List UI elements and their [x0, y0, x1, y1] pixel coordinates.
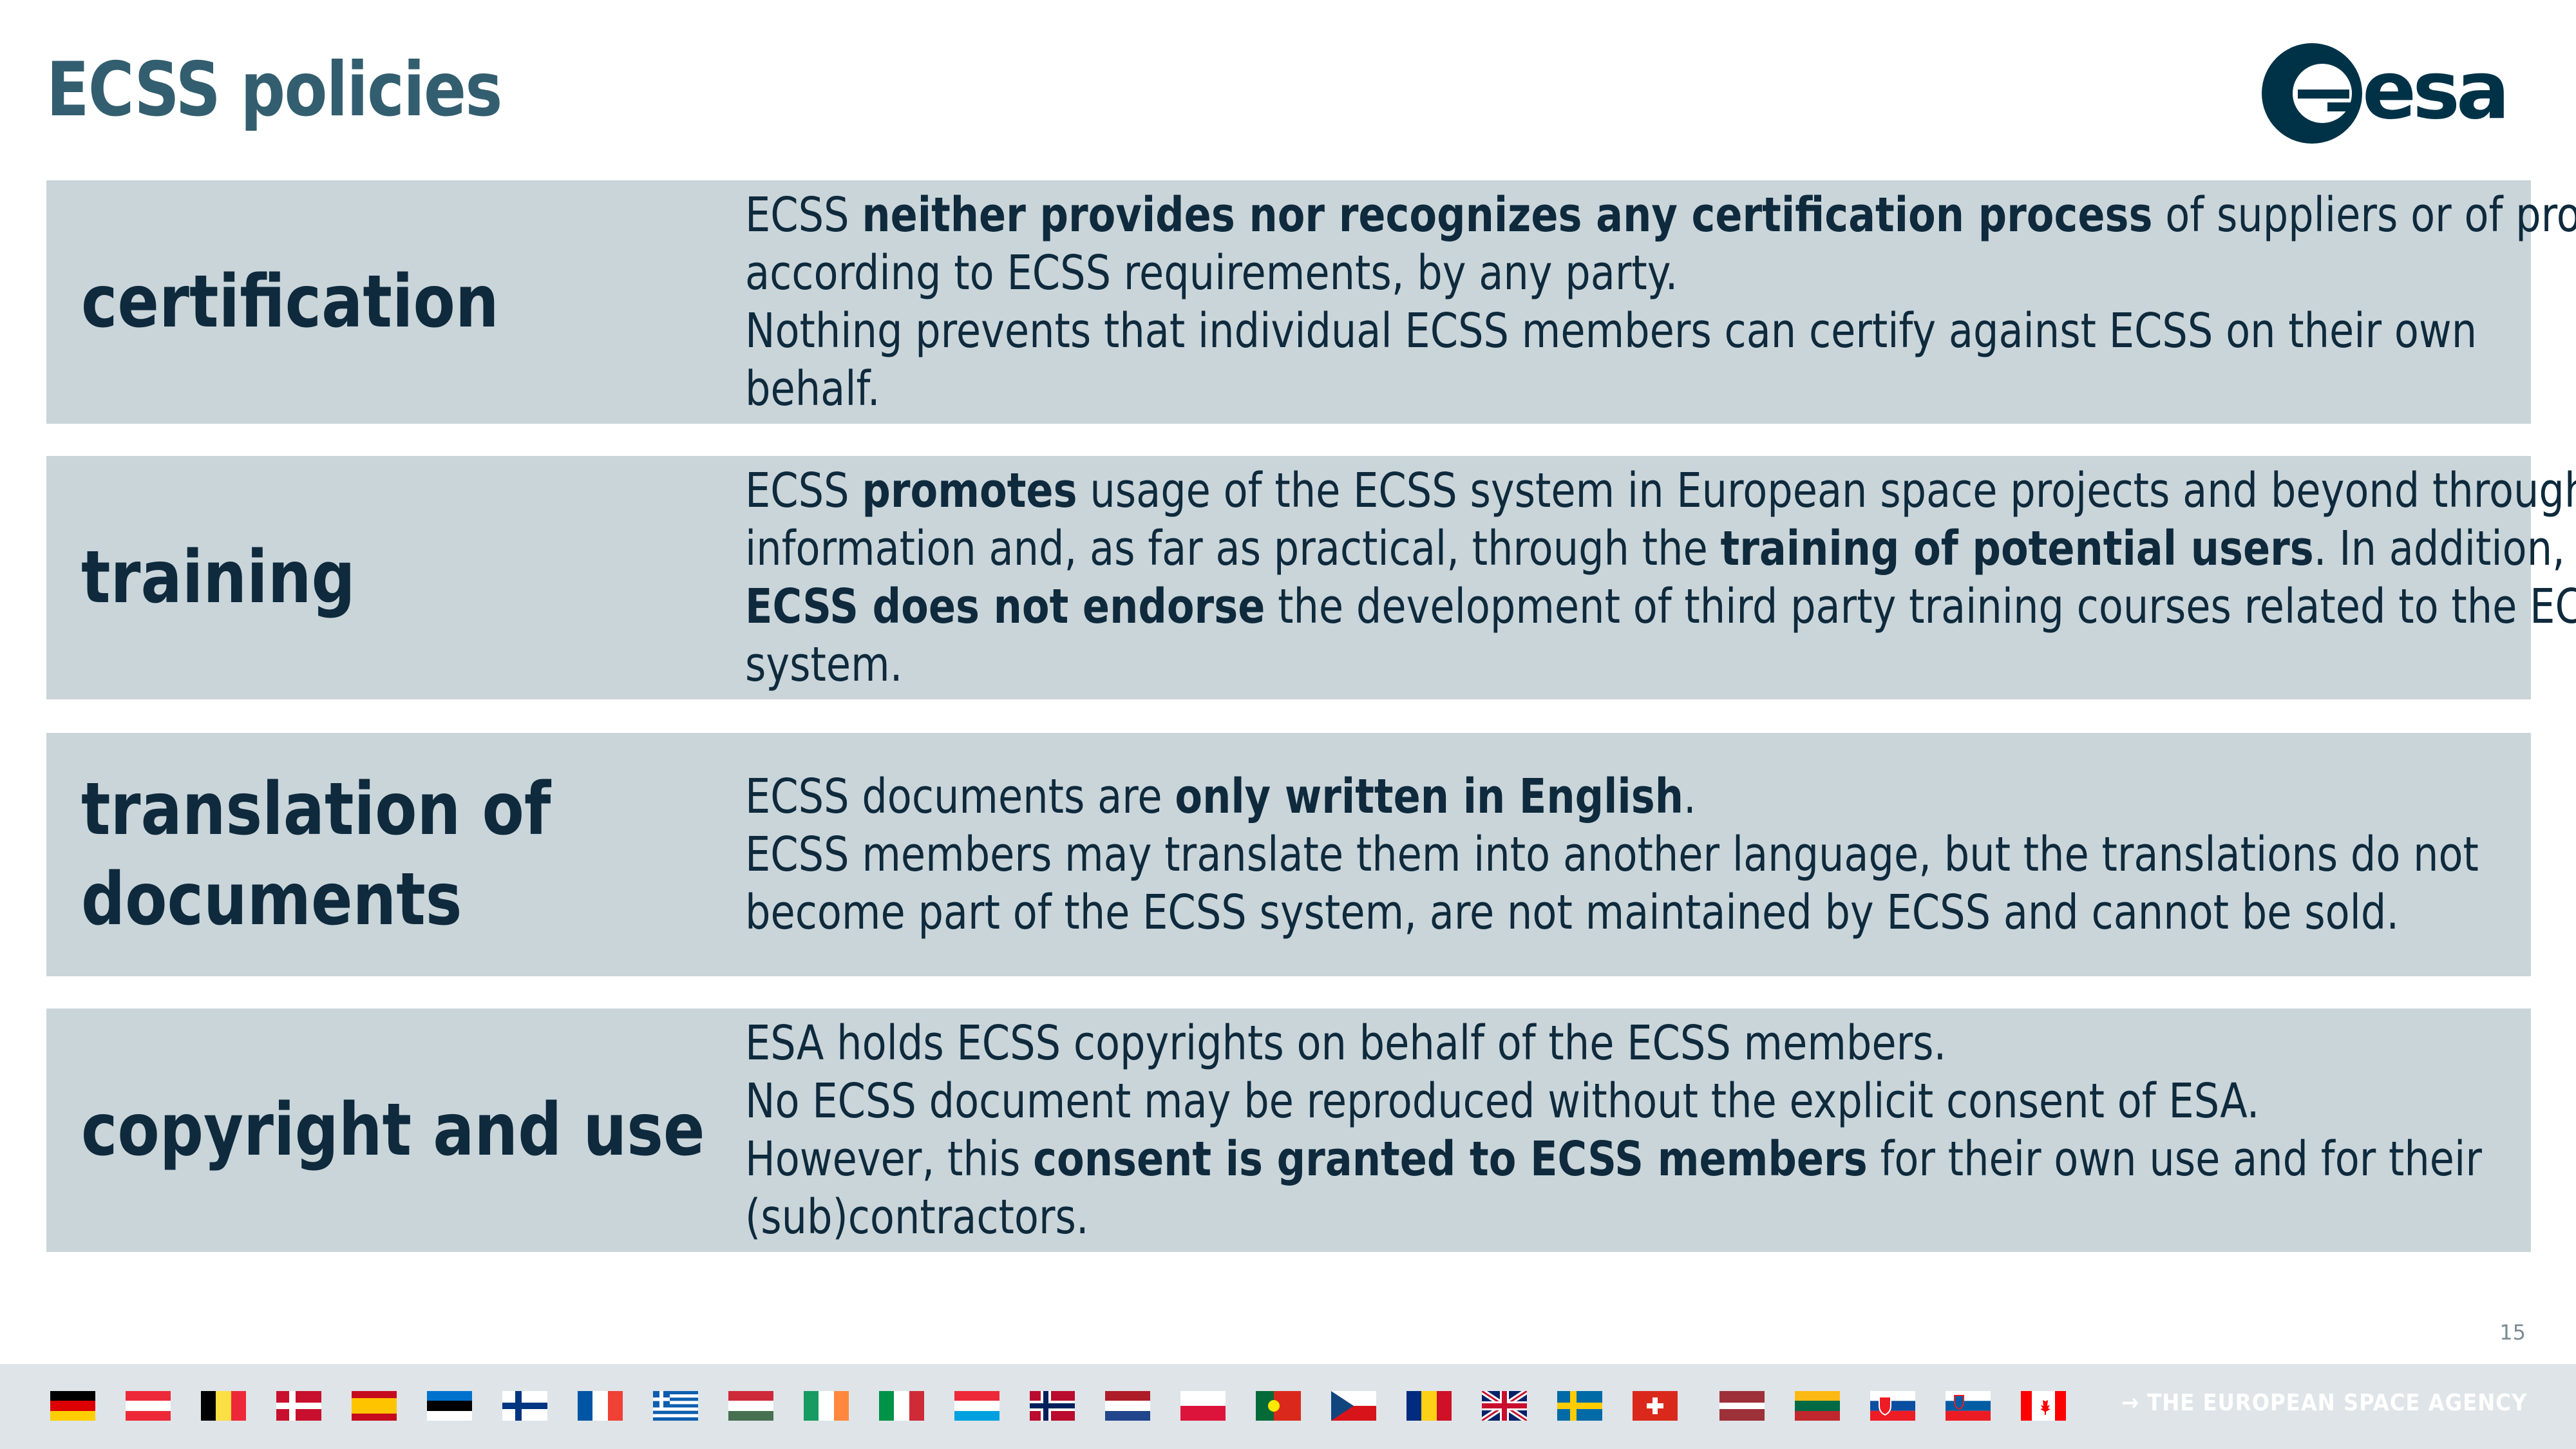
- emphasis-text: training of potential users: [1720, 521, 2314, 576]
- canada-flag: [2021, 1391, 2066, 1421]
- slovakia-flag: [1870, 1391, 1915, 1421]
- body-text: become part of the ECSS system, are not …: [745, 885, 2400, 940]
- body-text: for their own use and for their: [1867, 1132, 2482, 1187]
- description-line: ECSS members may translate them into ano…: [745, 826, 2576, 884]
- portugal-flag: [1256, 1391, 1301, 1421]
- body-text: .: [1683, 769, 1696, 824]
- description-line: behalf.: [745, 360, 2576, 418]
- slovenia-flag: [1946, 1391, 1991, 1421]
- belgium-flag: [201, 1391, 246, 1421]
- policy-description: ESA holds ECSS copyrights on behalf of t…: [745, 1009, 2576, 1252]
- body-text: . In addition,: [2313, 521, 2565, 576]
- latvia-flag: [1719, 1391, 1765, 1421]
- policy-label: training: [81, 536, 355, 620]
- finland-flag: [502, 1391, 547, 1421]
- policy-label: certification: [81, 260, 499, 344]
- esa-logo-icon: esa: [2262, 43, 2510, 144]
- emphasis-text: promotes: [862, 463, 1077, 518]
- page-title: ECSS policies: [46, 46, 502, 133]
- policy-description: ECSS promotes usage of the ECSS system i…: [745, 456, 2576, 699]
- body-text: information and, as far as practical, th…: [745, 521, 1721, 576]
- body-text: of suppliers or of products: [2165, 187, 2576, 243]
- body-text: according to ECSS requirements, by any p…: [745, 245, 1678, 301]
- spain-flag: [352, 1391, 397, 1421]
- hungary-flag: [728, 1391, 773, 1421]
- lithuania-flag: [1795, 1391, 1840, 1421]
- emphasis-text: consent is granted to ECSS members: [1033, 1132, 1868, 1187]
- luxembourg-flag: [954, 1391, 999, 1421]
- body-text: ECSS members may translate them into ano…: [745, 827, 2479, 882]
- policy-row: training ECSS promotes usage of the ECSS …: [46, 456, 2576, 699]
- emphasis-text: only written in English: [1175, 769, 1683, 824]
- description-line: ECSS documents are only written in Engli…: [745, 768, 2576, 826]
- body-text: ESA holds ECSS copyrights on behalf of t…: [745, 1016, 1947, 1071]
- body-text: behalf.: [745, 361, 880, 417]
- description-line: system.: [745, 636, 2576, 694]
- germany-flag: [50, 1391, 95, 1421]
- description-line: However, this consent is granted to ECSS…: [745, 1130, 2576, 1188]
- netherlands-flag: [1105, 1391, 1150, 1421]
- body-text: However, this: [745, 1132, 1034, 1187]
- austria-flag: [126, 1391, 171, 1421]
- policy-label-line: translation of: [81, 768, 551, 851]
- norway-flag: [1030, 1391, 1075, 1421]
- policy-description: ECSS neither provides nor recognizes any…: [745, 180, 2576, 424]
- ireland-flag: [804, 1391, 849, 1421]
- body-text: usage of the ECSS system in European spa…: [1077, 463, 2576, 518]
- france-flag: [578, 1391, 623, 1421]
- sweden-flag: [1557, 1391, 1602, 1421]
- policy-row: translation of documents ECSS documents ar…: [46, 733, 2531, 976]
- poland-flag: [1180, 1391, 1226, 1421]
- description-line: ECSS neither provides nor recognizes any…: [745, 186, 2576, 244]
- logo-wordmark: esa: [2362, 44, 2506, 137]
- body-text: system.: [745, 637, 903, 692]
- policy-row: copyright and use ESA holds ECSS copyrigh…: [46, 1009, 2531, 1252]
- esa-logo: esa: [2260, 42, 2531, 145]
- italy-flag: [879, 1391, 924, 1421]
- body-text: Nothing prevents that individual ECSS me…: [745, 303, 2477, 359]
- description-line: (sub)contractors.: [745, 1188, 2576, 1246]
- greece-flag: [653, 1391, 698, 1421]
- footer-bar: → THE EUROPEAN SPACE AGENCY: [0, 1364, 2576, 1449]
- emphasis-text: neither provides nor recognizes any cert…: [862, 187, 2153, 243]
- description-line: ESA holds ECSS copyrights on behalf of t…: [745, 1014, 2576, 1072]
- policy-label-line: documents: [81, 858, 462, 942]
- description-line: information and, as far as practical, th…: [745, 520, 2576, 578]
- denmark-flag: [276, 1391, 321, 1421]
- body-text: ECSS documents are: [745, 769, 1175, 824]
- policy-description: ECSS documents are only written in Engli…: [745, 733, 2576, 976]
- body-text: the development of third party training …: [1265, 579, 2576, 634]
- body-text: ECSS: [745, 463, 862, 518]
- description-line: Nothing prevents that individual ECSS me…: [745, 302, 2576, 360]
- footer-tagline: → THE EUROPEAN SPACE AGENCY: [2121, 1390, 2527, 1416]
- policy-label: translation of documents: [81, 733, 793, 976]
- body-text: (sub)contractors.: [745, 1189, 1089, 1245]
- emphasis-text: ECSS does not endorse: [745, 579, 1265, 634]
- description-line: No ECSS document may be reproduced witho…: [745, 1072, 2576, 1130]
- body-text: No ECSS document may be reproduced witho…: [745, 1074, 2260, 1129]
- policy-label: copyright and use: [81, 1088, 705, 1172]
- description-line: according to ECSS requirements, by any p…: [745, 244, 2576, 302]
- uk-flag: [1482, 1391, 1527, 1421]
- switzerland-flag: [1633, 1391, 1678, 1421]
- policy-row: certification ECSS neither provides nor r…: [46, 180, 2576, 424]
- body-text: ECSS: [745, 187, 862, 243]
- description-line: ECSS promotes usage of the ECSS system i…: [745, 462, 2576, 520]
- romania-flag: [1406, 1391, 1452, 1421]
- description-line: ECSS does not endorse the development of…: [745, 578, 2576, 636]
- description-line: become part of the ECSS system, are not …: [745, 884, 2576, 942]
- czech-flag: [1331, 1391, 1376, 1421]
- page-number: 15: [2499, 1320, 2526, 1345]
- estonia-flag: [427, 1391, 472, 1421]
